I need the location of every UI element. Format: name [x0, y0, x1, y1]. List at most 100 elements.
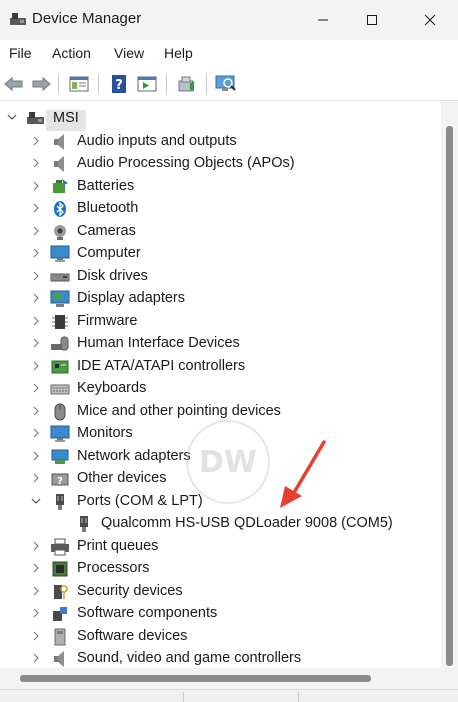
chevron-down-icon[interactable] — [30, 494, 42, 508]
network-icon — [50, 448, 70, 466]
software-device-icon — [50, 628, 70, 646]
tree-item-ide[interactable]: IDE ATA/ATAPI controllers — [0, 356, 440, 378]
back-button[interactable] — [3, 73, 25, 95]
status-divider — [183, 692, 184, 702]
tree-item-label: Print queues — [77, 537, 159, 554]
tree-item-label: Sound, video and game controllers — [77, 650, 302, 666]
tree-child-qualcomm[interactable]: Qualcomm HS-USB QDLoader 9008 (COM5) — [0, 513, 440, 535]
chevron-right-icon[interactable] — [30, 179, 42, 193]
show-hide-tree-button[interactable] — [68, 73, 90, 95]
toolbar-separator — [98, 74, 99, 94]
chevron-right-icon[interactable] — [30, 449, 42, 463]
minimize-button[interactable] — [300, 0, 346, 40]
chevron-right-icon[interactable] — [30, 584, 42, 598]
chevron-right-icon[interactable] — [30, 156, 42, 170]
chevron-right-icon[interactable] — [30, 471, 42, 485]
tree-item-batteries[interactable]: Batteries — [0, 176, 440, 198]
chevron-right-icon[interactable] — [30, 629, 42, 643]
chevron-right-icon[interactable] — [30, 224, 42, 238]
monitor-icon — [50, 245, 70, 263]
menu-action[interactable]: Action — [52, 45, 91, 61]
chevron-right-icon[interactable] — [30, 561, 42, 575]
chevron-right-icon[interactable] — [30, 381, 42, 395]
chevron-right-icon[interactable] — [30, 606, 42, 620]
tree-item-print-queues[interactable]: Print queues — [0, 536, 440, 558]
chevron-right-icon[interactable] — [30, 269, 42, 283]
tree-root-label: MSI — [53, 110, 79, 126]
tree-item-label: Audio inputs and outputs — [77, 132, 237, 149]
chevron-right-icon[interactable] — [30, 291, 42, 305]
maximize-button[interactable] — [349, 0, 395, 40]
chevron-right-icon[interactable] — [30, 336, 42, 350]
tree-item-computer[interactable]: Computer — [0, 243, 440, 265]
show-hide-tree-icon — [69, 76, 89, 92]
tree-item-security[interactable]: Security devices — [0, 581, 440, 603]
tree-item-display-adapters[interactable]: Display adapters — [0, 288, 440, 310]
tree-item-label: Ports (COM & LPT) — [77, 492, 203, 509]
tree-item-label: Processors — [77, 560, 150, 576]
menu-help[interactable]: Help — [164, 45, 193, 61]
status-divider — [298, 692, 299, 702]
tree-item-label: Batteries — [77, 177, 135, 194]
close-icon — [424, 14, 436, 26]
tree-item-software-components[interactable]: Software components — [0, 603, 440, 625]
speaker-icon — [50, 133, 70, 151]
tree-item-apos[interactable]: Audio Processing Objects (APOs) — [0, 153, 440, 175]
chevron-right-icon[interactable] — [30, 201, 42, 215]
toolbar-separator — [206, 74, 207, 94]
horizontal-scrollbar-thumb[interactable] — [20, 675, 371, 682]
tree-item-software-devices[interactable]: Software devices — [0, 626, 440, 648]
chevron-down-icon[interactable] — [6, 110, 18, 124]
chevron-right-icon[interactable] — [30, 134, 42, 148]
vertical-scrollbar[interactable] — [441, 102, 458, 668]
horizontal-scrollbar[interactable] — [0, 668, 441, 689]
hid-icon — [50, 335, 70, 353]
update-driver-button[interactable] — [176, 73, 198, 95]
tree-item-label: Firmware — [77, 312, 138, 329]
tree-item-label: Human Interface Devices — [77, 335, 240, 351]
watermark-text: DW — [199, 444, 257, 480]
menu-file[interactable]: File — [9, 45, 32, 61]
chevron-right-icon[interactable] — [30, 314, 42, 328]
chevron-right-icon[interactable] — [30, 651, 42, 665]
update-driver-icon — [178, 76, 195, 92]
tree-item-keyboards[interactable]: Keyboards — [0, 378, 440, 400]
forward-icon — [32, 76, 51, 92]
action-pane-button[interactable] — [136, 73, 158, 95]
scan-hardware-button[interactable] — [215, 73, 237, 95]
chevron-right-icon[interactable] — [30, 426, 42, 440]
port-icon — [50, 493, 70, 511]
watermark-logo: DW — [186, 420, 270, 504]
tree-item-firmware[interactable]: Firmware — [0, 311, 440, 333]
tree-item-sound-video[interactable]: Sound, video and game controllers — [0, 648, 440, 668]
scrollbar-corner — [441, 668, 458, 689]
chevron-right-icon[interactable] — [30, 404, 42, 418]
menu-view[interactable]: View — [114, 45, 144, 61]
tree-item-cameras[interactable]: Cameras — [0, 221, 440, 243]
annotation-arrow-icon — [280, 440, 326, 508]
tree-item-label: Monitors — [77, 425, 133, 441]
tree-item-mice[interactable]: Mice and other pointing devices — [0, 401, 440, 423]
forward-button[interactable] — [30, 73, 52, 95]
close-button[interactable] — [407, 0, 453, 40]
tree-child-label: Qualcomm HS-USB QDLoader 9008 (COM5) — [101, 515, 393, 531]
status-bar — [0, 689, 458, 702]
chevron-right-icon[interactable] — [30, 539, 42, 553]
tree-item-disk-drives[interactable]: Disk drives — [0, 266, 440, 288]
tree-item-label: Keyboards — [77, 380, 147, 396]
toolbar-separator — [58, 74, 59, 94]
tree-item-processors[interactable]: Processors — [0, 558, 440, 580]
tree-item-label: Software devices — [77, 627, 188, 644]
help-button[interactable]: ? — [108, 73, 130, 95]
back-icon — [4, 76, 23, 92]
help-icon: ? — [112, 75, 126, 93]
chevron-right-icon[interactable] — [30, 359, 42, 373]
tree-item-hid[interactable]: Human Interface Devices — [0, 333, 440, 355]
tree-item-bluetooth[interactable]: Bluetooth — [0, 198, 440, 220]
tree-item-label: Network adapters — [77, 447, 191, 464]
processor-icon — [50, 560, 70, 578]
tree-item-audio-inputs[interactable]: Audio inputs and outputs — [0, 131, 440, 153]
chevron-right-icon[interactable] — [30, 246, 42, 260]
vertical-scrollbar-thumb[interactable] — [446, 126, 453, 666]
tree-root[interactable]: MSI — [0, 107, 440, 131]
